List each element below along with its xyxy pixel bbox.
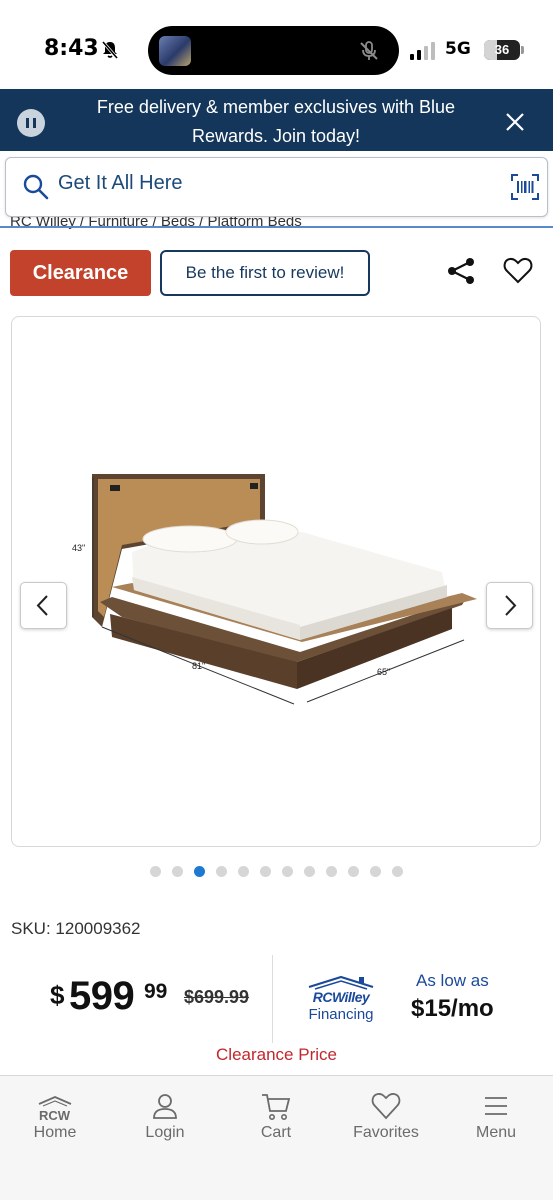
user-icon[interactable]: [150, 1091, 180, 1121]
length-dimension: 81": [192, 661, 205, 671]
favorite-heart-icon[interactable]: [503, 257, 533, 285]
bottom-navigation: RCW Home Login Cart Favorites Menu: [0, 1075, 553, 1200]
write-review-button[interactable]: Be the first to review!: [160, 250, 370, 296]
chevron-right-icon[interactable]: [487, 583, 532, 628]
price-cents: 99: [144, 980, 168, 1003]
price-section: $ 599 99 $699.99 RCWilley Financing As l…: [0, 955, 553, 1045]
nav-cart[interactable]: Cart: [221, 1076, 331, 1156]
nav-home-label[interactable]: Home: [0, 1124, 110, 1142]
monthly-payment-amount[interactable]: $15/mo: [411, 995, 494, 1023]
carousel-dot[interactable]: [304, 866, 315, 877]
carousel-dot[interactable]: [282, 866, 293, 877]
nav-favorites-label[interactable]: Favorites: [331, 1124, 441, 1142]
nav-login-label[interactable]: Login: [110, 1124, 220, 1142]
battery-icon: 36: [484, 40, 520, 60]
financing-logo[interactable]: RCWilley Financing: [305, 975, 377, 1023]
search-underline: [0, 226, 553, 228]
pause-banner-button[interactable]: [17, 109, 45, 137]
clearance-price-label: Clearance Price: [216, 1045, 337, 1064]
nav-menu[interactable]: Menu: [441, 1076, 551, 1156]
heart-icon[interactable]: [371, 1091, 401, 1121]
mic-muted-icon: [360, 41, 378, 60]
sku-label: SKU:: [11, 919, 51, 938]
status-bar: 8:43 5G 36: [0, 0, 553, 90]
nav-home[interactable]: RCW Home: [0, 1076, 110, 1156]
carousel-dot[interactable]: [348, 866, 359, 877]
home-logo-text: RCW: [39, 1108, 71, 1123]
close-icon[interactable]: [503, 110, 527, 134]
signal-icon: [410, 42, 435, 60]
share-icon[interactable]: [446, 257, 476, 285]
home-icon[interactable]: RCW: [37, 1094, 73, 1124]
sku: SKU: 120009362: [11, 919, 141, 939]
price-currency: $: [50, 980, 65, 1010]
menu-icon[interactable]: [481, 1091, 511, 1121]
cart-icon[interactable]: [261, 1091, 291, 1121]
height-dimension: 43": [72, 543, 85, 553]
sku-value: 120009362: [55, 919, 141, 938]
carousel-dot[interactable]: [216, 866, 227, 877]
original-price: $699.99: [184, 987, 250, 1007]
price-whole: 599: [69, 974, 135, 1018]
as-low-as-label[interactable]: As low as: [416, 971, 489, 991]
search-input[interactable]: Get It All Here: [58, 172, 183, 195]
promo-banner-text[interactable]: Free delivery & member exclusives with B…: [70, 93, 482, 151]
carousel-dot[interactable]: [370, 866, 381, 877]
promo-banner[interactable]: Free delivery & member exclusives with B…: [0, 89, 553, 151]
dynamic-island: [148, 26, 399, 75]
chevron-left-icon[interactable]: [21, 583, 66, 628]
now-playing-thumbnail: [159, 36, 191, 66]
carousel-dot[interactable]: [238, 866, 249, 877]
clearance-badge: Clearance: [10, 250, 151, 296]
nav-menu-label[interactable]: Menu: [441, 1124, 551, 1142]
width-dimension: 65": [377, 667, 390, 677]
breadcrumb[interactable]: RC Willey / Furniture / Beds / Platform …: [10, 215, 550, 233]
product-image-carousel[interactable]: 43" 81" 65": [11, 316, 541, 847]
carousel-dot[interactable]: [172, 866, 183, 877]
barcode-scan-icon[interactable]: [511, 174, 539, 200]
financing-label: Financing: [308, 1006, 374, 1023]
network-type: 5G: [445, 39, 471, 59]
nav-favorites[interactable]: Favorites: [331, 1076, 441, 1156]
search-bar[interactable]: Get It All Here: [5, 157, 548, 217]
carousel-dot[interactable]: [194, 866, 205, 877]
product-image-bed[interactable]: 43" 81" 65": [72, 457, 482, 717]
carousel-dot[interactable]: [392, 866, 403, 877]
carousel-dot[interactable]: [326, 866, 337, 877]
search-icon[interactable]: [22, 173, 50, 201]
status-time: 8:43: [44, 36, 99, 61]
battery-percent: 36: [494, 42, 510, 57]
carousel-dot[interactable]: [260, 866, 271, 877]
bell-muted-icon: [101, 41, 119, 59]
next-image-button[interactable]: [486, 582, 533, 629]
carousel-dot[interactable]: [150, 866, 161, 877]
nav-login[interactable]: Login: [110, 1076, 220, 1156]
financing-brand: RCWilley: [312, 989, 370, 1005]
nav-cart-label[interactable]: Cart: [221, 1124, 331, 1142]
previous-image-button[interactable]: [20, 582, 67, 629]
